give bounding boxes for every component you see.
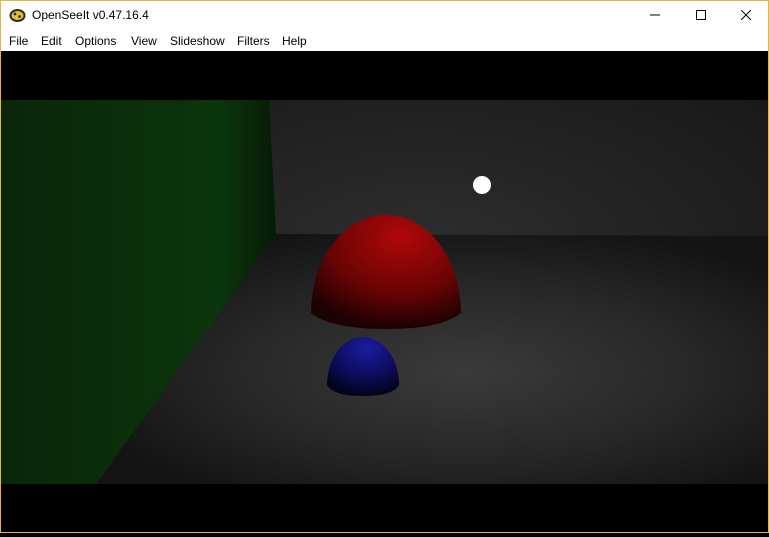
menu-filters[interactable]: Filters [237, 34, 270, 48]
menu-edit[interactable]: Edit [41, 34, 62, 48]
title-bar[interactable]: OpenSeeIt v0.47.16.4 [1, 1, 768, 31]
maximize-icon [696, 7, 706, 25]
minimize-button[interactable] [632, 1, 678, 31]
image-viewport[interactable] [1, 51, 768, 532]
menu-help[interactable]: Help [282, 34, 307, 48]
menu-file[interactable]: File [9, 34, 28, 48]
close-icon [740, 7, 752, 25]
menu-options[interactable]: Options [75, 34, 116, 48]
close-button[interactable] [723, 1, 769, 31]
minimize-icon [650, 7, 660, 25]
app-window: OpenSeeIt v0.47.16.4 File Edit Options V… [0, 0, 769, 533]
menu-bar: File Edit Options View Slideshow Filters… [1, 31, 768, 51]
rendered-scene-image [1, 51, 768, 532]
window-title: OpenSeeIt v0.47.16.4 [32, 8, 149, 22]
app-logo-icon [9, 8, 26, 23]
menu-view[interactable]: View [131, 34, 157, 48]
maximize-button[interactable] [678, 1, 724, 31]
menu-slideshow[interactable]: Slideshow [170, 34, 225, 48]
